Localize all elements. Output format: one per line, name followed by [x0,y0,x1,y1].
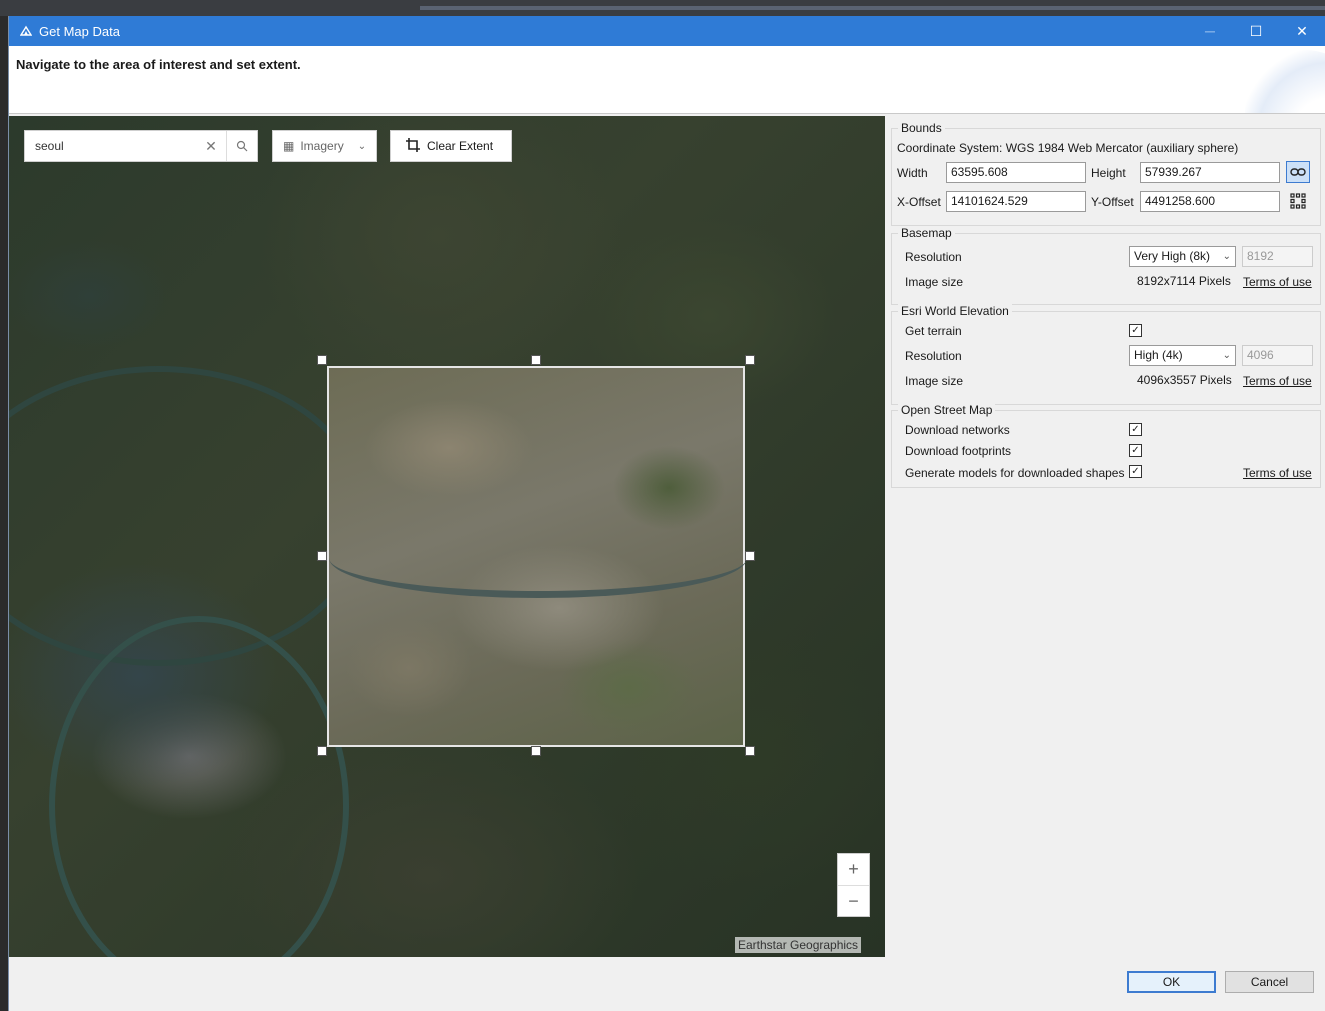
extent-handle-top-left[interactable] [317,355,327,365]
extent-handle-bottom-right[interactable] [745,746,755,756]
elevation-resolution-pixels: 4096 [1242,345,1313,366]
search-input[interactable]: seoul [25,139,196,153]
bounds-title: Bounds [898,121,945,135]
extent-handle-top-middle[interactable] [531,355,541,365]
minimize-button[interactable]: ─ [1187,16,1233,46]
ok-button[interactable]: OK [1127,971,1216,993]
clear-search-icon[interactable]: ✕ [196,131,226,161]
close-button[interactable]: ✕ [1279,16,1325,46]
desktop-background [0,0,1325,16]
osm-group-title: Open Street Map [898,403,996,417]
map-view[interactable]: seoul ✕ ▦ Imagery ⌄ Clear Extent + − Ear… [9,116,885,957]
basemap-gallery-icon: ▦ [283,139,295,153]
window-title: Get Map Data [39,23,120,39]
width-input[interactable]: 63595.608 [946,162,1086,183]
map-attribution: Earthstar Geographics [735,937,862,953]
download-footprints-checkbox[interactable]: ✓ [1129,444,1142,457]
instruction-text: Navigate to the area of interest and set… [16,57,301,72]
clear-extent-button[interactable]: Clear Extent [390,130,512,162]
extent-handle-middle-right[interactable] [745,551,755,561]
basemap-resolution-value: Very High (8k) [1134,249,1211,263]
maximize-button[interactable]: ☐ [1233,16,1279,46]
header-decoration [1245,50,1325,113]
chevron-down-icon: ⌄ [1222,251,1231,262]
link-aspect-icon[interactable] [1286,161,1310,183]
coordinate-system-text: Coordinate System: WGS 1984 Web Mercator… [897,141,1239,155]
zoom-control: + − [837,853,870,917]
height-label: Height [1091,166,1126,180]
elevation-group-title: Esri World Elevation [898,304,1012,318]
width-label: Width [897,166,928,180]
extent-rectangle[interactable] [327,366,747,747]
extent-handle-middle-left[interactable] [317,551,327,561]
generate-models-label: Generate models for downloaded shapes [905,466,1125,480]
yoffset-label: Y-Offset [1091,195,1134,209]
elevation-resolution-value: High (4k) [1134,348,1183,362]
get-terrain-checkbox[interactable]: ✓ [1129,324,1142,337]
basemap-image-size-value: 8192x7114 Pixels [1137,274,1231,288]
download-networks-label: Download networks [905,423,1010,437]
app-logo-icon [19,24,33,38]
xoffset-label: X-Offset [897,195,941,209]
dialog-header: Navigate to the area of interest and set… [9,46,1325,114]
basemap-resolution-label: Resolution [905,250,962,264]
zoom-in-button[interactable]: + [838,854,869,885]
get-map-data-dialog: Get Map Data ─ ☐ ✕ Navigate to the area … [8,16,1325,1011]
title-bar[interactable]: Get Map Data ─ ☐ ✕ [9,16,1325,46]
chevron-down-icon: ⌄ [357,140,367,152]
basemap-terms-link[interactable]: Terms of use [1243,275,1312,289]
basemap-label: Imagery [300,139,344,153]
background-window-edge [420,6,1325,10]
elevation-image-size-label: Image size [905,374,964,388]
settings-panel: Bounds Coordinate System: WGS 1984 Web M… [887,116,1325,496]
elevation-image-size-value: 4096x3557 Pixels [1137,373,1232,387]
extent-handle-bottom-middle[interactable] [531,746,541,756]
search-icon[interactable] [227,131,257,161]
height-input[interactable]: 57939.267 [1140,162,1280,183]
download-footprints-label: Download footprints [905,444,1012,458]
basemap-dropdown[interactable]: ▦ Imagery ⌄ [272,130,377,162]
zoom-out-button[interactable]: − [838,886,869,917]
elevation-resolution-dropdown[interactable]: High (4k) ⌄ [1129,345,1236,366]
grid-settings-icon[interactable] [1286,190,1310,212]
basemap-group-title: Basemap [898,226,955,240]
river-outer-2 [49,616,349,957]
basemap-resolution-dropdown[interactable]: Very High (8k) ⌄ [1129,246,1236,267]
clear-extent-label: Clear Extent [427,139,494,153]
location-search[interactable]: seoul ✕ [24,130,258,162]
elevation-terms-link[interactable]: Terms of use [1243,374,1312,388]
han-river [329,518,747,598]
get-terrain-label: Get terrain [905,324,962,338]
xoffset-input[interactable]: 14101624.529 [946,191,1086,212]
elevation-resolution-label: Resolution [905,349,962,363]
cancel-button[interactable]: Cancel [1225,971,1314,993]
extent-handle-bottom-left[interactable] [317,746,327,756]
basemap-resolution-pixels: 8192 [1242,246,1313,267]
osm-terms-link[interactable]: Terms of use [1243,466,1312,480]
basemap-image-size-label: Image size [905,275,964,289]
generate-models-checkbox[interactable]: ✓ [1129,465,1142,478]
basemap-group: Basemap [891,226,1321,305]
crop-icon [405,137,421,156]
extent-handle-top-right[interactable] [745,355,755,365]
download-networks-checkbox[interactable]: ✓ [1129,423,1142,436]
yoffset-input[interactable]: 4491258.600 [1140,191,1280,212]
chevron-down-icon: ⌄ [1222,350,1231,361]
